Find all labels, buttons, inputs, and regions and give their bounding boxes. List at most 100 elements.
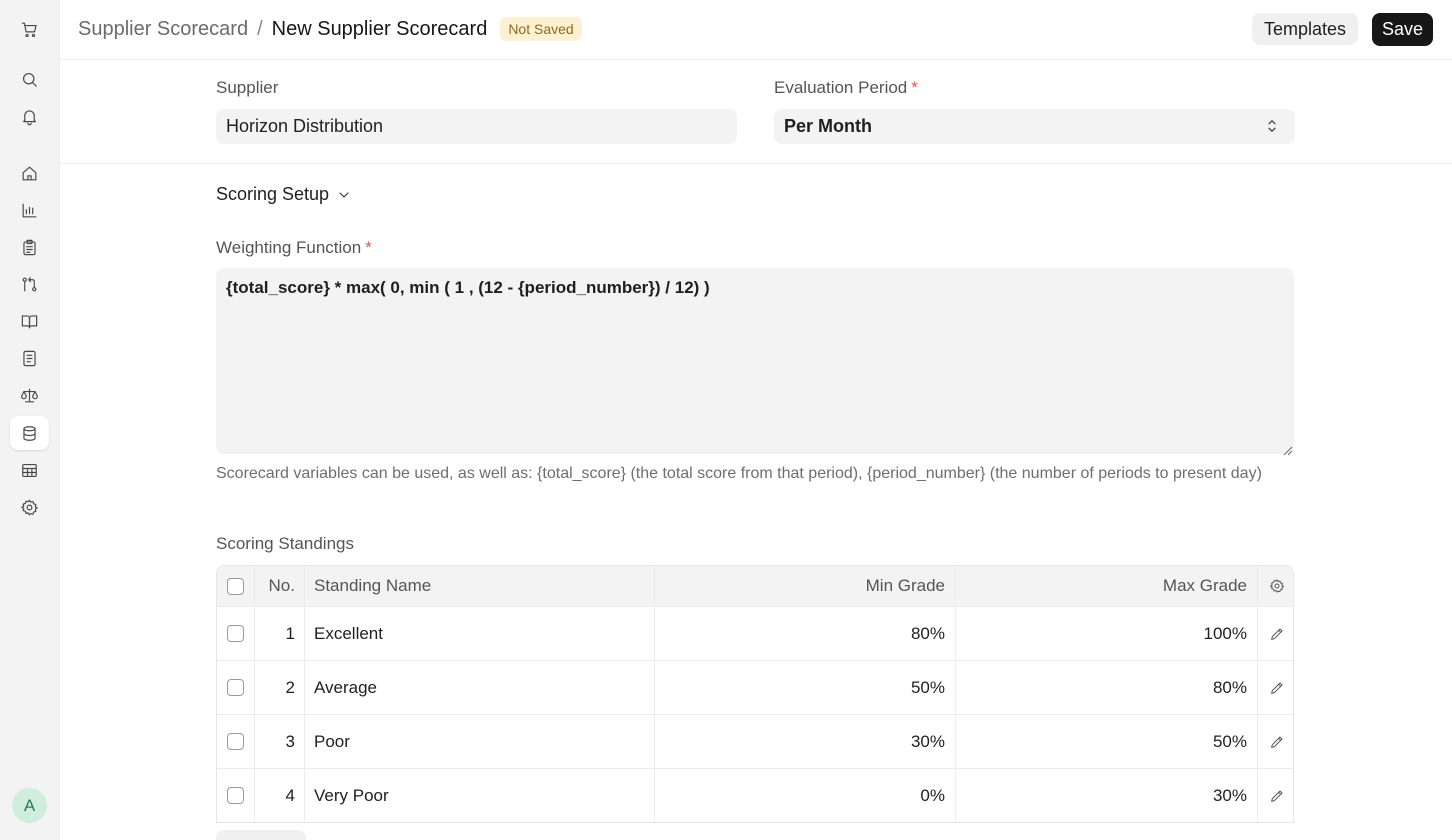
min-grade-cell[interactable]: 0% <box>655 769 956 822</box>
pencil-icon <box>1270 790 1282 802</box>
row-select-cell <box>217 661 255 714</box>
standing-name-cell[interactable]: Excellent <box>305 607 655 660</box>
table-row[interactable]: 3 Poor 30% 50% <box>217 714 1293 768</box>
row-checkbox[interactable] <box>227 679 244 696</box>
column-header-min-grade: Min Grade <box>655 566 956 606</box>
required-marker: * <box>365 238 372 257</box>
evaluation-period-label: Evaluation Period * <box>774 78 918 98</box>
sidebar-item-accounting[interactable] <box>10 378 49 412</box>
column-settings-button[interactable] <box>1258 566 1293 606</box>
evaluation-period-label-text: Evaluation Period <box>774 78 908 97</box>
save-button[interactable]: Save <box>1372 13 1433 46</box>
row-select-cell <box>217 769 255 822</box>
add-row-button[interactable] <box>216 830 306 840</box>
breadcrumb: Supplier Scorecard / New Supplier Scorec… <box>78 17 582 41</box>
table-header: No. Standing Name Min Grade Max Grade <box>217 566 1293 606</box>
gear-icon <box>1269 579 1284 593</box>
scale-icon <box>20 388 39 402</box>
weighting-function-label: Weighting Function * <box>216 238 372 258</box>
page-title: New Supplier Scorecard <box>271 17 488 40</box>
column-header-max-grade: Max Grade <box>956 566 1258 606</box>
supplier-label: Supplier <box>216 78 279 97</box>
min-grade-cell[interactable]: 30% <box>655 715 956 768</box>
table-row[interactable]: 1 Excellent 80% 100% <box>217 606 1293 660</box>
clipboard-icon <box>23 239 36 255</box>
bar-chart-icon <box>22 203 37 217</box>
home-icon <box>22 166 37 180</box>
table-icon <box>22 463 37 477</box>
sidebar-item-home[interactable] <box>10 156 49 190</box>
sidebar-item-workflow[interactable] <box>10 267 49 301</box>
settings-icon <box>21 499 38 515</box>
max-grade-cell[interactable]: 30% <box>956 769 1258 822</box>
row-number: 2 <box>255 661 305 714</box>
pencil-icon <box>1270 736 1282 748</box>
supplier-field[interactable]: Horizon Distribution <box>216 109 737 144</box>
templates-button[interactable]: Templates <box>1252 13 1358 45</box>
edit-row-button[interactable] <box>1258 607 1293 660</box>
sidebar-item-settings[interactable] <box>10 490 49 524</box>
edit-row-button[interactable] <box>1258 769 1293 822</box>
weighting-function-label-text: Weighting Function <box>216 238 362 257</box>
breadcrumb-parent-link[interactable]: Supplier Scorecard <box>78 18 248 41</box>
min-grade-cell[interactable]: 80% <box>655 607 956 660</box>
file-text-icon <box>23 350 36 366</box>
search-icon <box>22 72 37 87</box>
chevron-up-down-icon <box>1263 117 1281 135</box>
cart-icon <box>21 22 37 37</box>
select-all-cell <box>217 566 255 606</box>
max-grade-cell[interactable]: 80% <box>956 661 1258 714</box>
row-number: 1 <box>255 607 305 660</box>
table-row[interactable]: 4 Very Poor 0% 30% <box>217 768 1293 822</box>
sidebar-item-tables[interactable] <box>10 453 49 487</box>
sidebar-item-knowledge[interactable] <box>10 304 49 338</box>
sidebar-item-reports[interactable] <box>10 193 49 227</box>
standing-name-cell[interactable]: Very Poor <box>305 769 655 822</box>
resize-grip-icon[interactable] <box>1283 443 1293 456</box>
scoring-standings-label: Scoring Standings <box>216 534 354 553</box>
edit-row-button[interactable] <box>1258 715 1293 768</box>
sidebar-item-notifications[interactable] <box>10 99 49 133</box>
standing-name-cell[interactable]: Poor <box>305 715 655 768</box>
section-title: Scoring Setup <box>216 184 330 204</box>
git-compare-icon <box>22 276 37 291</box>
row-checkbox[interactable] <box>227 733 244 750</box>
column-header-no: No. <box>255 566 305 606</box>
table-row[interactable]: 2 Average 50% 80% <box>217 660 1293 714</box>
row-checkbox[interactable] <box>227 625 244 642</box>
scoring-standings-table: No. Standing Name Min Grade Max Grade 1 … <box>216 565 1294 823</box>
weighting-function-textarea[interactable]: {total_score} * max( 0, min ( 1 , (12 - … <box>216 268 1294 454</box>
avatar[interactable]: A <box>12 788 47 823</box>
select-all-checkbox[interactable] <box>227 577 244 595</box>
book-open-icon <box>21 314 38 328</box>
required-marker: * <box>911 78 918 97</box>
edit-row-button[interactable] <box>1258 661 1293 714</box>
row-checkbox[interactable] <box>227 787 244 804</box>
min-grade-cell[interactable]: 50% <box>655 661 956 714</box>
section-divider <box>61 163 1452 164</box>
scoring-setup-toggle[interactable]: Scoring Setup <box>216 184 352 205</box>
row-number: 4 <box>255 769 305 822</box>
max-grade-cell[interactable]: 50% <box>956 715 1258 768</box>
row-select-cell <box>217 607 255 660</box>
sidebar-item-cart[interactable] <box>10 12 49 46</box>
row-number: 3 <box>255 715 305 768</box>
breadcrumb-separator: / <box>257 17 263 40</box>
pencil-icon <box>1270 628 1282 640</box>
row-select-cell <box>217 715 255 768</box>
pencil-icon <box>1270 682 1282 694</box>
database-icon <box>23 425 36 441</box>
sidebar-item-database[interactable] <box>10 416 49 450</box>
bell-icon <box>22 109 37 125</box>
status-badge: Not Saved <box>500 17 582 41</box>
sidebar: A <box>0 0 60 840</box>
sidebar-item-documents[interactable] <box>10 341 49 375</box>
chevron-down-icon <box>339 191 349 198</box>
evaluation-period-value: Per Month <box>784 116 872 136</box>
sidebar-item-tasks[interactable] <box>10 230 49 264</box>
evaluation-period-select[interactable]: Per Month <box>774 109 1295 144</box>
sidebar-item-search[interactable] <box>10 62 49 96</box>
standing-name-cell[interactable]: Average <box>305 661 655 714</box>
max-grade-cell[interactable]: 100% <box>956 607 1258 660</box>
page-header: Supplier Scorecard / New Supplier Scorec… <box>61 0 1452 60</box>
